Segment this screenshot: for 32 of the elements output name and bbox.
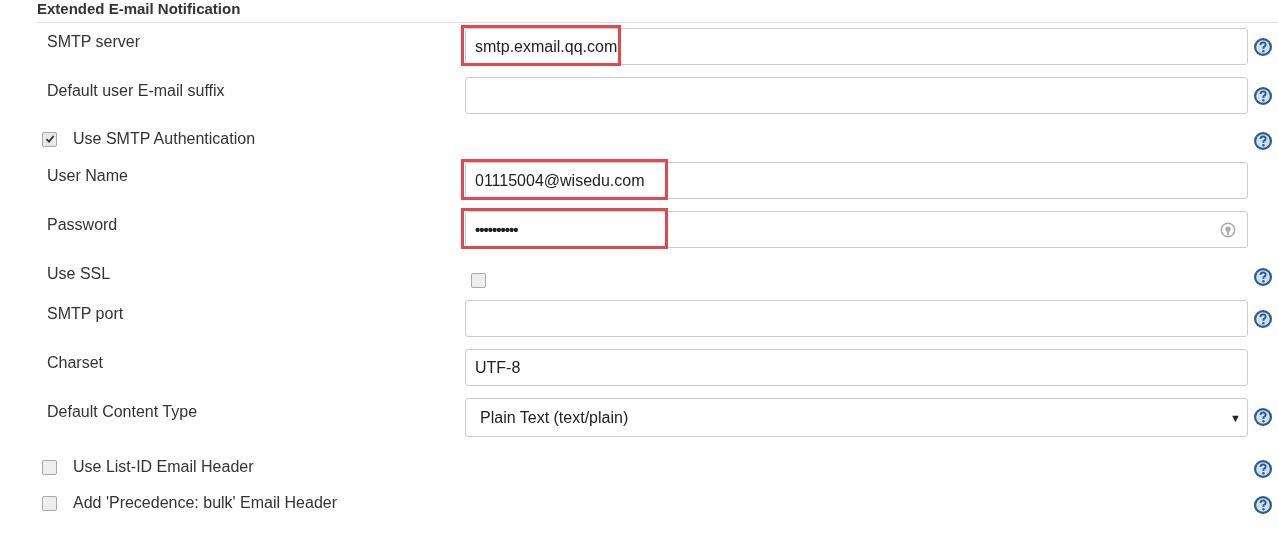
help-icon[interactable] — [1253, 494, 1273, 515]
help-icon[interactable] — [1253, 130, 1273, 151]
input-field[interactable] — [465, 77, 1248, 114]
checkbox-label: Use List-ID Email Header — [73, 458, 254, 476]
field-label: Default Content Type — [47, 403, 198, 420]
help-icon[interactable] — [1253, 309, 1273, 329]
field-label: Use SSL — [47, 265, 111, 282]
field-label: Default user E-mail suffix — [47, 82, 225, 99]
checkbox[interactable] — [42, 459, 57, 475]
input-field[interactable] — [465, 300, 1248, 337]
input-field[interactable]: smtp.exmail.qq.com — [465, 28, 1248, 65]
help-icon[interactable] — [1253, 458, 1273, 479]
password-field[interactable]: •••••••••• — [465, 211, 1248, 248]
field-label: SMTP port — [47, 305, 124, 322]
help-icon[interactable] — [1253, 37, 1273, 57]
checkbox-label: Use SMTP Authentication — [73, 130, 256, 148]
help-icon[interactable] — [1253, 86, 1273, 106]
field-label: Password — [47, 216, 118, 233]
content-type-dropdown[interactable]: Plain Text (text/plain) ▼ — [465, 398, 1248, 437]
input-field[interactable]: 01115004@wisedu.com — [465, 162, 1248, 199]
checkbox[interactable] — [42, 131, 57, 147]
checkbox[interactable] — [42, 495, 57, 511]
checkbox-label: Add 'Precedence: bulk' Email Header — [73, 494, 338, 512]
field-label: SMTP server — [47, 33, 141, 50]
field-label: Charset — [47, 354, 104, 371]
checkmark-icon — [44, 134, 55, 144]
checkbox[interactable] — [471, 273, 486, 288]
input-field[interactable]: UTF-8 — [465, 349, 1248, 386]
help-icon[interactable] — [1253, 267, 1273, 287]
section-title: Extended E-mail Notification — [37, 0, 241, 17]
help-icon[interactable] — [1253, 407, 1273, 427]
field-label: User Name — [47, 167, 128, 184]
